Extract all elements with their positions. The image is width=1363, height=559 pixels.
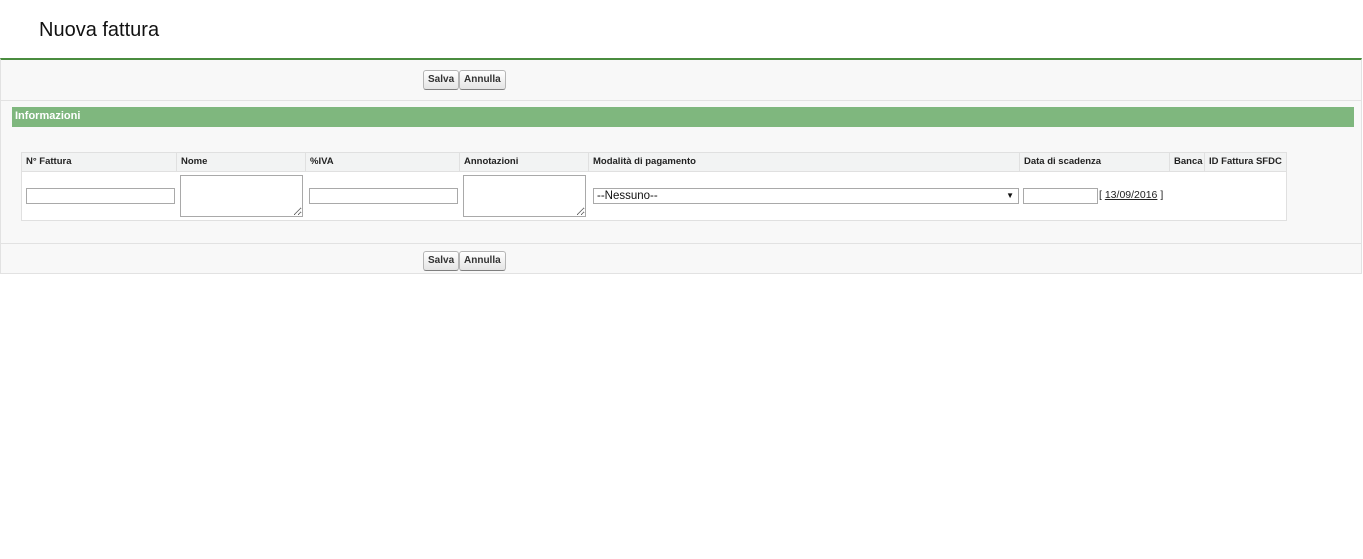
invoice-entry-grid: N° Fattura Nome %IVA Annotazioni Modalit… bbox=[21, 152, 1287, 221]
top-button-row: Salva Annulla bbox=[1, 60, 1361, 101]
iva-input[interactable] bbox=[309, 188, 458, 204]
annotazioni-textarea[interactable] bbox=[463, 175, 586, 217]
column-header-banca: Banca bbox=[1170, 153, 1205, 172]
column-header-annotazioni: Annotazioni bbox=[460, 153, 589, 172]
column-header-numero-fattura: N° Fattura bbox=[22, 153, 177, 172]
data-scadenza-input[interactable] bbox=[1023, 188, 1098, 204]
page-title: Nuova fattura bbox=[39, 19, 160, 41]
today-date-link-wrapper: [ 13/09/2016 ] bbox=[1099, 189, 1163, 201]
bottom-button-row: Salva Annulla bbox=[1, 243, 1361, 276]
column-header-modalita-pagamento: Modalità di pagamento bbox=[589, 153, 1020, 172]
modalita-pagamento-select[interactable]: --Nessuno-- ▼ bbox=[593, 188, 1019, 204]
section-header-informazioni: Informazioni bbox=[12, 107, 1354, 127]
column-header-id-fattura-sfdc: ID Fattura SFDC bbox=[1205, 153, 1286, 172]
save-button-top[interactable]: Salva bbox=[423, 70, 460, 90]
column-header-nome: Nome bbox=[177, 153, 306, 172]
today-bracket-open: [ bbox=[1099, 189, 1102, 201]
numero-fattura-input[interactable] bbox=[26, 188, 175, 204]
today-bracket-close: ] bbox=[1160, 189, 1164, 201]
cancel-button-bottom[interactable]: Annulla bbox=[459, 251, 506, 271]
dropdown-arrow-icon: ▼ bbox=[1006, 191, 1014, 200]
edit-form-block: Salva Annulla Informazioni N° Fattura No… bbox=[0, 58, 1362, 274]
modalita-pagamento-selected-value: --Nessuno-- bbox=[597, 190, 658, 202]
save-button-bottom[interactable]: Salva bbox=[423, 251, 460, 271]
today-date-link[interactable]: 13/09/2016 bbox=[1105, 189, 1158, 201]
column-header-iva: %IVA bbox=[306, 153, 460, 172]
column-header-data-scadenza: Data di scadenza bbox=[1020, 153, 1170, 172]
nome-textarea[interactable] bbox=[180, 175, 303, 217]
cancel-button-top[interactable]: Annulla bbox=[459, 70, 506, 90]
